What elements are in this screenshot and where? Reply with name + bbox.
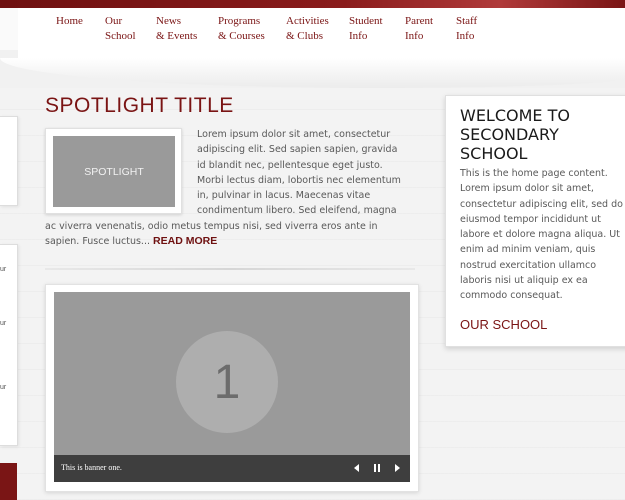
- nav-item-label: Student: [349, 15, 383, 27]
- nav-item-label: Programs: [218, 15, 261, 27]
- nav-item-label: Activities: [286, 15, 329, 27]
- nav-item-label-line2: Info: [349, 30, 368, 42]
- nav-item-label: Home: [56, 15, 83, 27]
- banner-caption: This is banner one.: [61, 463, 122, 472]
- spotlight-image: SPOTLIGHT: [53, 136, 175, 207]
- section-divider: [45, 268, 415, 270]
- slide-number-badge: 1: [176, 331, 278, 433]
- nav-item-news-events[interactable]: News & Events: [156, 14, 197, 44]
- nav-item-label-line2: & Events: [156, 30, 198, 42]
- nav-item-label-line2: & Courses: [218, 30, 265, 42]
- welcome-title: WELCOME TO SECONDARY SCHOOL: [460, 106, 570, 163]
- nav-item-label-line2: School: [105, 30, 136, 42]
- nav-item-programs-courses[interactable]: Programs & Courses: [218, 14, 265, 44]
- nav-item-label-line2: Info: [405, 30, 424, 42]
- pause-icon[interactable]: [370, 461, 384, 475]
- top-color-strip: [0, 0, 625, 11]
- nav-item-label-line2: Info: [456, 30, 475, 42]
- banner-slide[interactable]: 1 This is banner one.: [54, 292, 410, 482]
- prev-icon[interactable]: [350, 461, 364, 475]
- left-fragment-text: ur: [0, 320, 7, 327]
- nav-item-student-info[interactable]: Student Info: [349, 14, 383, 44]
- left-side-widget: [0, 116, 18, 206]
- left-fragment-text: ur: [0, 384, 7, 391]
- banner-slider: 1 This is banner one.: [45, 284, 419, 492]
- nav-item-parent-info[interactable]: Parent Info: [405, 14, 433, 44]
- slide-number: 1: [213, 355, 241, 409]
- nav-item-activities-clubs[interactable]: Activities & Clubs: [286, 14, 329, 44]
- left-side-button[interactable]: [0, 463, 17, 500]
- nav-item-label-line2: & Clubs: [286, 30, 323, 42]
- nav-item-home[interactable]: Home: [56, 14, 83, 29]
- nav-item-label: Our: [105, 15, 123, 27]
- spotlight-title: SPOTLIGHT TITLE: [45, 94, 234, 117]
- left-edge-panel: [0, 8, 19, 50]
- nav-item-label: Staff: [456, 15, 478, 27]
- header-swoosh: [0, 58, 625, 88]
- nav-item-our-school[interactable]: Our School: [105, 14, 136, 44]
- welcome-body: This is the home page content. Lorem ips…: [460, 168, 623, 302]
- our-school-link[interactable]: OUR SCHOOL: [460, 317, 547, 332]
- main-navigation: Home Our School News & Events Programs &…: [18, 8, 625, 58]
- left-fragment-text: ur: [0, 266, 7, 273]
- read-more-link[interactable]: READ MORE: [153, 235, 217, 247]
- nav-item-label: News: [156, 15, 182, 27]
- nav-item-label: Parent: [405, 15, 434, 27]
- nav-item-staff-info[interactable]: Staff Info: [456, 14, 477, 44]
- welcome-card: WELCOME TO SECONDARY SCHOOL This is the …: [445, 95, 625, 347]
- spotlight-image-frame[interactable]: SPOTLIGHT: [45, 128, 182, 214]
- spotlight-image-label: SPOTLIGHT: [84, 165, 144, 178]
- left-side-widget-list: [0, 244, 18, 446]
- next-icon[interactable]: [390, 461, 404, 475]
- banner-caption-bar: This is banner one.: [54, 455, 410, 482]
